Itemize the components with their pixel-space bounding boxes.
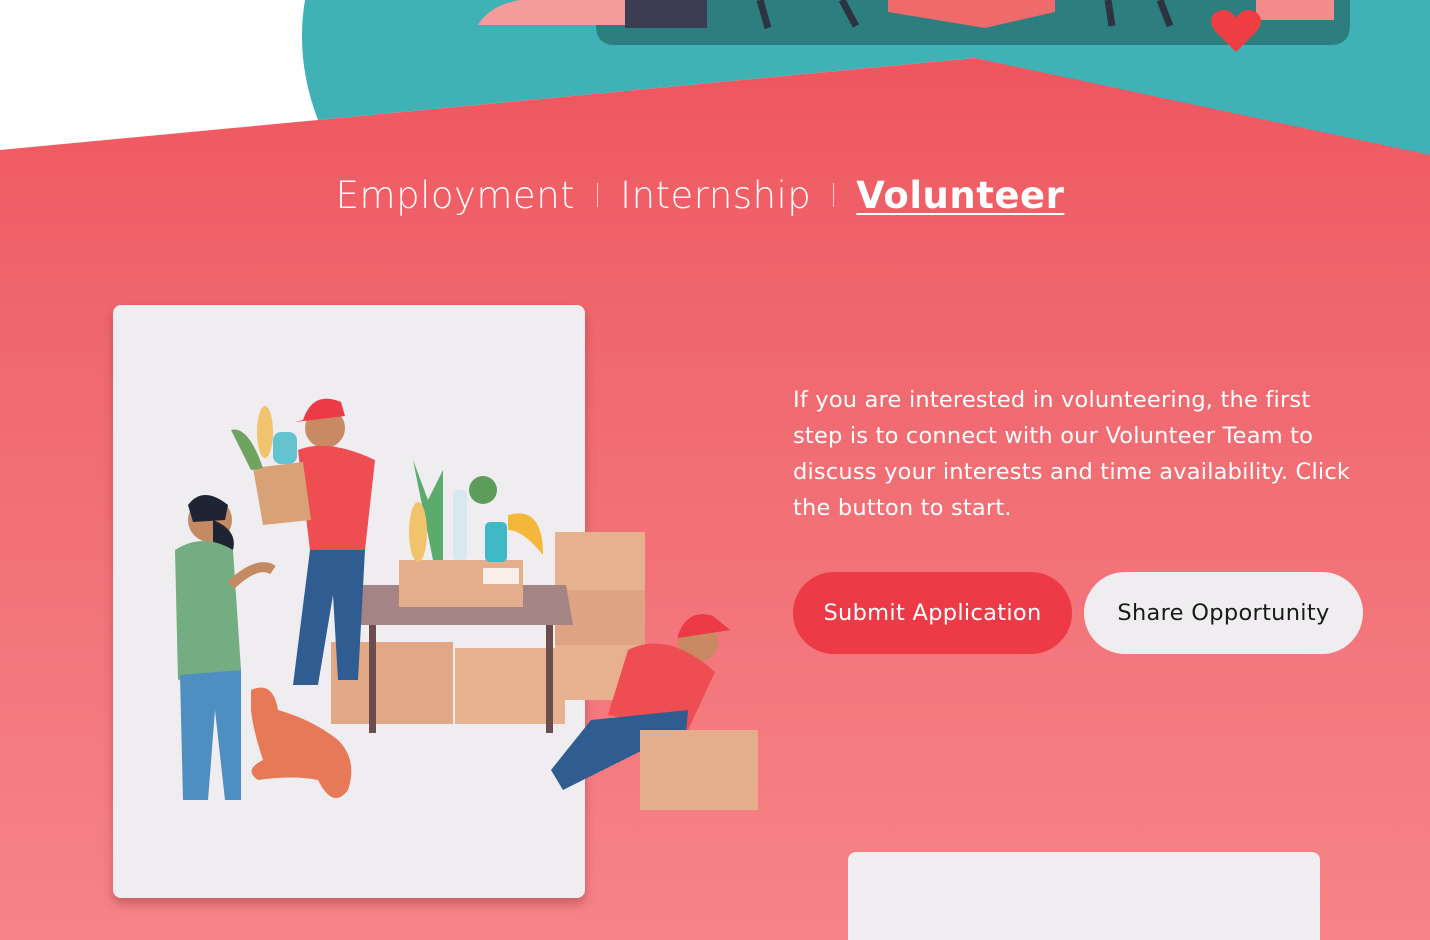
carried-box <box>640 730 758 810</box>
tab-divider <box>833 183 835 207</box>
bottle-blue <box>485 522 507 562</box>
bottle <box>453 490 467 560</box>
broccoli <box>469 476 497 504</box>
opportunity-tabs: Employment Internship Volunteer <box>0 165 1430 225</box>
tab-employment[interactable]: Employment <box>336 177 575 214</box>
submit-application-button[interactable]: Submit Application <box>793 572 1072 654</box>
table-leg <box>546 625 553 733</box>
tab-internship[interactable]: Internship <box>620 177 811 214</box>
volunteer-jeans <box>293 550 365 685</box>
bread <box>409 502 427 562</box>
man-arm <box>227 562 276 589</box>
bananas <box>508 513 543 555</box>
hero-gift <box>1256 0 1334 20</box>
grocery-bag <box>253 462 311 525</box>
share-opportunity-button[interactable]: Share Opportunity <box>1084 572 1363 654</box>
table-leg <box>369 625 376 733</box>
food-box-label <box>483 568 519 584</box>
bag-bread <box>257 406 273 458</box>
man-hair <box>188 495 228 522</box>
tab-divider <box>597 183 599 207</box>
page: Employment Internship Volunteer If you a… <box>0 0 1430 940</box>
stacked-box <box>555 532 645 590</box>
volunteer-shirt <box>298 445 375 550</box>
bag-bottle <box>273 432 297 464</box>
man-jeans <box>180 670 241 800</box>
man-shirt <box>175 541 241 680</box>
next-card <box>848 852 1320 940</box>
hero-dark-box <box>625 0 707 28</box>
volunteer-description: If you are interested in volunteering, t… <box>793 387 1351 521</box>
tab-volunteer[interactable]: Volunteer <box>856 177 1064 214</box>
volunteers-food-donation-illustration <box>175 398 758 810</box>
